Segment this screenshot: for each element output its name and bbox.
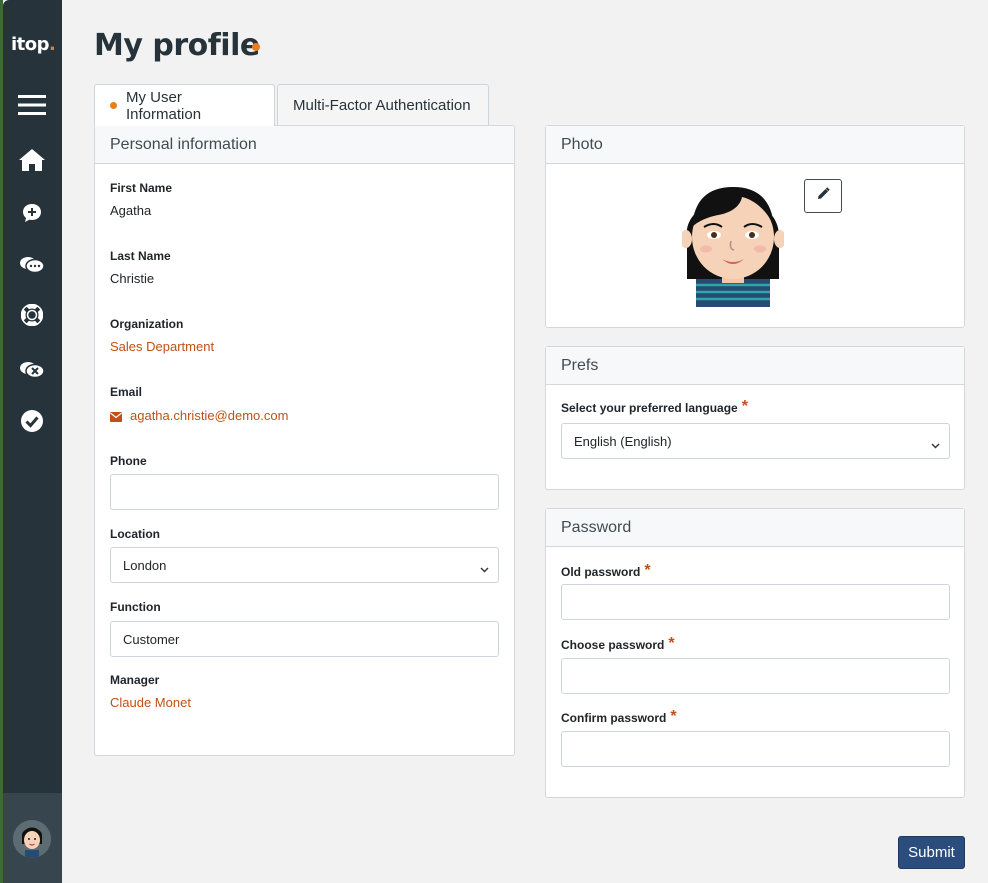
panel-header: Photo	[546, 126, 964, 164]
function-input[interactable]: Customer	[110, 621, 499, 657]
tab-my-user-information[interactable]: My User Information	[94, 84, 275, 126]
required-mark: *	[741, 398, 748, 415]
new-request-icon[interactable]	[17, 198, 47, 228]
last-name-value: Christie	[110, 271, 155, 286]
submit-button[interactable]: Submit	[898, 836, 965, 869]
panel-header: Prefs	[546, 347, 964, 385]
old-password-label: Old password *	[561, 562, 651, 579]
choose-password-label: Choose password *	[561, 635, 675, 652]
email-link[interactable]: agatha.christie@demo.com	[130, 408, 288, 423]
sidebar: itop.	[3, 0, 62, 883]
pencil-icon	[816, 186, 830, 206]
lifebuoy-icon[interactable]	[17, 300, 47, 330]
check-circle-icon[interactable]	[17, 406, 47, 436]
manager-label: Manager	[110, 673, 160, 687]
chevron-down-icon	[480, 561, 489, 576]
logo[interactable]: itop.	[11, 34, 56, 55]
old-password-input[interactable]	[561, 584, 950, 620]
tab-modified-dot	[110, 102, 117, 109]
confirm-password-input[interactable]	[561, 731, 950, 767]
closed-requests-icon[interactable]	[17, 355, 47, 385]
location-selected-value: London	[123, 557, 167, 573]
panel-header: Personal information	[95, 126, 514, 164]
required-mark: *	[668, 635, 675, 652]
tab-label: Multi-Factor Authentication	[293, 96, 471, 114]
personal-information-panel: Personal information First Name Agatha L…	[94, 125, 515, 756]
phone-label: Phone	[110, 454, 147, 468]
ongoing-requests-icon[interactable]	[17, 250, 47, 280]
required-mark: *	[670, 708, 677, 725]
edit-photo-button[interactable]	[804, 179, 842, 213]
manager-link[interactable]: Claude Monet	[110, 695, 191, 710]
photo-panel: Photo	[545, 125, 965, 328]
prefs-panel: Prefs Select your preferred language * En…	[545, 346, 965, 490]
required-mark: *	[644, 562, 651, 579]
language-select[interactable]: English (English)	[561, 423, 950, 459]
location-select[interactable]: London	[110, 547, 499, 583]
home-icon[interactable]	[17, 145, 47, 175]
location-label: Location	[110, 527, 160, 541]
panel-header: Password	[546, 509, 964, 547]
envelope-icon	[110, 409, 122, 422]
organization-label: Organization	[110, 317, 184, 331]
organization-link[interactable]: Sales Department	[110, 339, 214, 354]
first-name-value: Agatha	[110, 203, 152, 218]
function-label: Function	[110, 600, 161, 614]
email-label: Email	[110, 385, 143, 399]
sidebar-user-area	[3, 793, 62, 883]
unsaved-indicator-dot	[252, 43, 260, 51]
choose-password-input[interactable]	[561, 658, 950, 694]
hamburger-icon[interactable]	[17, 90, 47, 120]
last-name-label: Last Name	[110, 249, 171, 263]
language-label: Select your preferred language *	[561, 398, 748, 415]
tab-label: My User Information	[126, 88, 202, 123]
profile-photo	[680, 179, 786, 307]
avatar[interactable]	[13, 820, 51, 858]
page-title: My profile	[94, 28, 260, 63]
language-selected-value: English (English)	[574, 433, 672, 449]
confirm-password-label: Confirm password *	[561, 708, 677, 725]
chevron-down-icon	[931, 437, 940, 452]
phone-input[interactable]	[110, 474, 499, 510]
password-panel: Password Old password * Choose password * …	[545, 508, 965, 798]
tab-multi-factor-authentication[interactable]: Multi-Factor Authentication	[277, 84, 489, 125]
first-name-label: First Name	[110, 181, 173, 195]
